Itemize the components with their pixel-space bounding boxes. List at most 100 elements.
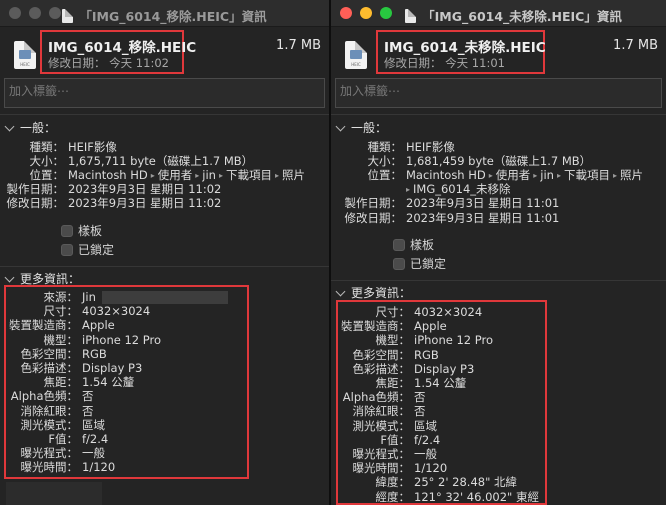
- path-arrow-icon: ▸: [556, 170, 561, 180]
- longitude-label: 經度：: [375, 489, 411, 504]
- chevron-down-icon[interactable]: [335, 286, 346, 296]
- file-name: IMG_6014_移除.HEIC: [48, 40, 197, 56]
- meta-value: Display P3: [82, 361, 143, 376]
- path-segment: 照片: [620, 167, 644, 182]
- more-info-section-toggle[interactable]: 更多資訊：: [335, 284, 412, 301]
- path-segment: 使用者: [157, 167, 193, 182]
- chevron-down-icon[interactable]: [335, 121, 346, 131]
- stationery-checkbox[interactable]: 樣板: [61, 221, 114, 240]
- general-section-toggle[interactable]: 一般：: [335, 119, 387, 136]
- modified-label: 修改日期：: [344, 210, 403, 225]
- highlight-box-filename: IMG_6014_移除.HEIC 修改日期： 今天 11:02: [40, 30, 196, 74]
- created-value: 2023年9月3日 星期日 11:01: [406, 196, 560, 211]
- more-info-section-title: 更多資訊：: [351, 286, 412, 300]
- heic-file-icon: HEIC: [345, 41, 367, 69]
- title-bar[interactable]: 「IMG_6014_未移除.HEIC」資訊: [331, 0, 666, 27]
- window-title: 「IMG_6014_移除.HEIC」資訊: [0, 6, 329, 25]
- meta-value: 4032×3024: [414, 305, 483, 320]
- created-value: 2023年9月3日 星期日 11:02: [68, 182, 222, 197]
- file-name: IMG_6014_未移除.HEIC: [384, 40, 546, 56]
- chevron-down-icon[interactable]: [4, 272, 15, 282]
- title-bar[interactable]: 「IMG_6014_移除.HEIC」資訊: [0, 0, 329, 27]
- meta-value: RGB: [82, 346, 107, 361]
- size-label: 大小：: [29, 153, 65, 168]
- general-info: 種類： HEIF影像 大小： 1,675,711 byte（磁碟上1.7 MB） 位…: [0, 140, 329, 211]
- path-segment: 使用者: [495, 167, 531, 182]
- document-icon: [405, 8, 417, 23]
- tags-field[interactable]: 加入標籤⋯: [4, 78, 325, 108]
- path-segment: jin: [202, 167, 216, 182]
- close-button[interactable]: [340, 7, 352, 19]
- size-value: 1,681,459 byte（磁碟上1.7 MB）: [406, 153, 592, 168]
- meta-value: 1/120: [82, 460, 116, 475]
- meta-value: iPhone 12 Pro: [414, 333, 494, 348]
- path-arrow-icon: ▸: [533, 170, 538, 180]
- path-segment: 下載項目: [564, 167, 610, 182]
- longitude-value: 121° 32' 46.002" 東經: [414, 489, 539, 504]
- locked-label: 已鎖定: [78, 243, 115, 257]
- general-section-toggle[interactable]: 一般：: [4, 119, 56, 136]
- path-arrow-icon: ▸: [150, 170, 155, 180]
- meta-value: 4032×3024: [82, 304, 151, 319]
- locked-label: 已鎖定: [410, 257, 447, 271]
- meta-value: 區域: [414, 418, 437, 433]
- modified-label: 修改日期：: [6, 196, 65, 211]
- window-title-text: 「IMG_6014_移除.HEIC」資訊: [79, 9, 267, 24]
- kind-label: 種類：: [29, 139, 65, 154]
- info-window-removed: 「IMG_6014_移除.HEIC」資訊 HEIC 1.7 MB IMG_601…: [0, 0, 329, 505]
- info-window-not-removed: 「IMG_6014_未移除.HEIC」資訊 HEIC 1.7 MB IMG_60…: [331, 0, 666, 505]
- checkbox-group: 樣板 已鎖定: [61, 221, 114, 259]
- kind-value: HEIF影像: [68, 139, 117, 154]
- meta-value: Apple: [82, 318, 115, 333]
- meta-value: Display P3: [414, 361, 475, 376]
- redacted-footer: [6, 482, 102, 505]
- tags-field[interactable]: 加入標籤⋯: [335, 78, 662, 108]
- locked-checkbox[interactable]: 已鎖定: [61, 240, 114, 259]
- path-arrow-icon: ▸: [275, 170, 280, 180]
- meta-value: 一般: [414, 446, 437, 461]
- path-arrow-icon: ▸: [195, 170, 200, 180]
- where-path: Macintosh HD ▸ 使用者 ▸ jin ▸ 下載項目 ▸ 照片: [68, 168, 305, 183]
- modified-date-short: 修改日期： 今天 11:01: [384, 56, 505, 70]
- general-info: 種類： HEIF影像 大小： 1,681,459 byte（磁碟上1.7 MB） 位…: [331, 140, 666, 225]
- meta-value: 一般: [82, 446, 105, 461]
- path-segment: 下載項目: [226, 167, 272, 182]
- more-info-list: 來源： Jin 尺寸： 4032×3024 裝置製造商： Apple 機型： iPhon…: [0, 290, 228, 474]
- file-size: 1.7 MB: [276, 38, 321, 53]
- meta-value: iPhone 12 Pro: [82, 332, 162, 347]
- path-segment: Macintosh HD: [406, 167, 486, 182]
- meta-value: 區域: [82, 417, 105, 432]
- path-segment: IMG_6014_未移除: [413, 182, 511, 197]
- size-label: 大小：: [367, 153, 403, 168]
- path-arrow-icon: ▸: [613, 170, 618, 180]
- meta-value: 1/120: [414, 461, 448, 476]
- more-info-list: 尺寸： 4032×3024 裝置製造商： Apple 機型： iPhone 12 Pr…: [331, 305, 539, 504]
- modified-date-short: 修改日期： 今天 11:02: [48, 56, 169, 70]
- chevron-down-icon[interactable]: [4, 121, 15, 131]
- created-label: 製作日期：: [344, 196, 403, 211]
- checkbox-group: 樣板 已鎖定: [393, 235, 446, 273]
- meta-value: f/2.4: [82, 431, 109, 446]
- path-arrow-icon: ▸: [218, 170, 223, 180]
- modified-value: 2023年9月3日 星期日 11:01: [406, 210, 560, 225]
- highlight-box-filename: IMG_6014_未移除.HEIC 修改日期： 今天 11:01: [376, 30, 546, 74]
- locked-checkbox[interactable]: 已鎖定: [393, 254, 446, 273]
- stationery-checkbox[interactable]: 樣板: [393, 235, 446, 254]
- source-value: Jin: [82, 290, 96, 305]
- path-segment: 照片: [282, 167, 306, 182]
- modified-value: 2023年9月3日 星期日 11:02: [68, 196, 222, 211]
- path-arrow-icon: ▸: [406, 185, 411, 195]
- where-path: Macintosh HD ▸ 使用者 ▸ jin ▸ 下載項目 ▸ 照片: [406, 168, 643, 183]
- meta-value: f/2.4: [414, 432, 441, 447]
- stationery-label: 樣板: [78, 224, 103, 238]
- file-size: 1.7 MB: [613, 38, 658, 53]
- path-segment: Macintosh HD: [68, 167, 148, 182]
- meta-value: RGB: [414, 347, 439, 362]
- meta-label: 曝光時間：: [20, 460, 79, 475]
- stationery-label: 樣板: [410, 238, 435, 252]
- heic-file-icon: HEIC: [14, 41, 36, 69]
- meta-value: Apple: [414, 319, 447, 334]
- where-path-continued: ▸ IMG_6014_未移除: [406, 182, 511, 197]
- kind-value: HEIF影像: [406, 139, 455, 154]
- window-title: 「IMG_6014_未移除.HEIC」資訊: [361, 6, 666, 25]
